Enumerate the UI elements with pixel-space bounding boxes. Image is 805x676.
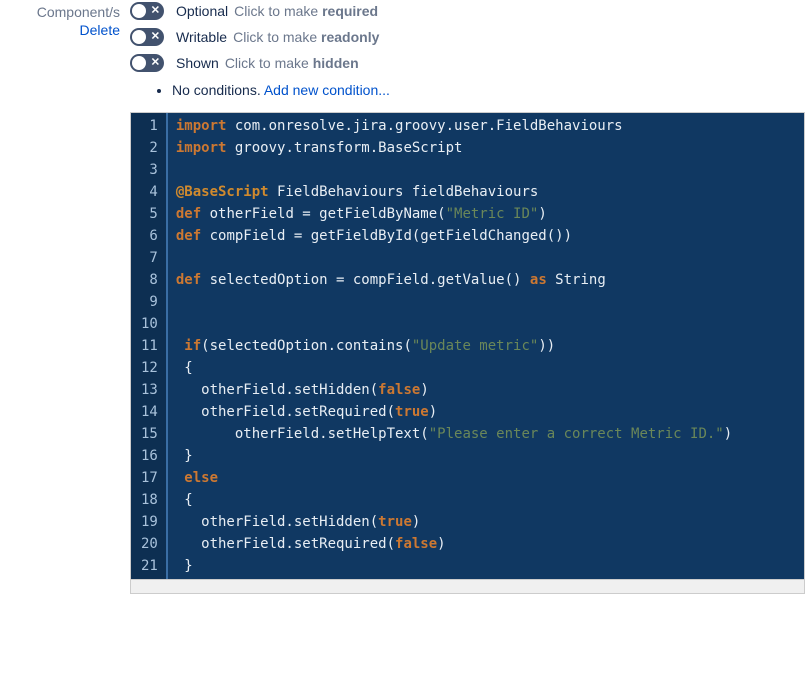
line-number: 18 xyxy=(141,489,158,511)
code-editor[interactable]: 123456789101112131415161718192021 import… xyxy=(130,112,805,580)
close-icon: ✕ xyxy=(151,6,160,17)
code-line: otherField.setHidden(true) xyxy=(176,511,796,533)
code-line xyxy=(176,247,796,269)
editor-gutter: 123456789101112131415161718192021 xyxy=(131,113,168,579)
line-number: 14 xyxy=(141,401,158,423)
line-number: 19 xyxy=(141,511,158,533)
code-line: @BaseScript FieldBehaviours fieldBehavio… xyxy=(176,181,796,203)
toggle-switch[interactable]: ✕ xyxy=(130,2,164,20)
toggle-row: ✕ Writable Click to make readonly xyxy=(130,28,805,46)
line-number: 7 xyxy=(141,247,158,269)
code-line: if(selectedOption.contains("Update metri… xyxy=(176,335,796,357)
close-icon: ✕ xyxy=(151,32,160,43)
code-line xyxy=(176,291,796,313)
line-number: 21 xyxy=(141,555,158,577)
toggle-switch[interactable]: ✕ xyxy=(130,54,164,72)
toggle-row: ✕ Shown Click to make hidden xyxy=(130,54,805,72)
toggle-hint: Click to make readonly xyxy=(233,29,379,45)
toggle-state-label: Writable xyxy=(176,29,227,45)
line-number: 9 xyxy=(141,291,158,313)
line-number: 11 xyxy=(141,335,158,357)
code-line: import com.onresolve.jira.groovy.user.Fi… xyxy=(176,115,796,137)
code-line: { xyxy=(176,489,796,511)
toggle-switch[interactable]: ✕ xyxy=(130,28,164,46)
close-icon: ✕ xyxy=(151,58,160,69)
editor-code[interactable]: import com.onresolve.jira.groovy.user.Fi… xyxy=(168,113,804,579)
line-number: 10 xyxy=(141,313,158,335)
toggle-state-label: Shown xyxy=(176,55,219,71)
code-line: otherField.setRequired(true) xyxy=(176,401,796,423)
conditions-block: No conditions. Add new condition... xyxy=(130,82,805,98)
field-label: Component/s xyxy=(37,4,120,20)
line-number: 6 xyxy=(141,225,158,247)
line-number: 20 xyxy=(141,533,158,555)
line-number: 17 xyxy=(141,467,158,489)
toggle-hint: Click to make hidden xyxy=(225,55,359,71)
code-line: otherField.setRequired(false) xyxy=(176,533,796,555)
line-number: 3 xyxy=(141,159,158,181)
code-line: def selectedOption = compField.getValue(… xyxy=(176,269,796,291)
line-number: 15 xyxy=(141,423,158,445)
code-line: otherField.setHidden(false) xyxy=(176,379,796,401)
horizontal-scrollbar[interactable] xyxy=(130,580,805,594)
code-line: import groovy.transform.BaseScript xyxy=(176,137,796,159)
conditions-text: No conditions. xyxy=(172,82,264,98)
delete-link[interactable]: Delete xyxy=(0,22,120,38)
code-line xyxy=(176,313,796,335)
line-number: 5 xyxy=(141,203,158,225)
toggle-hint: Click to make required xyxy=(234,3,378,19)
line-number: 16 xyxy=(141,445,158,467)
line-number: 8 xyxy=(141,269,158,291)
code-line: def compField = getFieldById(getFieldCha… xyxy=(176,225,796,247)
line-number: 1 xyxy=(141,115,158,137)
toggle-state-label: Optional xyxy=(176,3,228,19)
code-line: else xyxy=(176,467,796,489)
line-number: 13 xyxy=(141,379,158,401)
code-line: otherField.setHelpText("Please enter a c… xyxy=(176,423,796,445)
code-line: } xyxy=(176,445,796,467)
code-line xyxy=(176,159,796,181)
line-number: 2 xyxy=(141,137,158,159)
code-line: } xyxy=(176,555,796,577)
line-number: 4 xyxy=(141,181,158,203)
toggle-row: ✕ Optional Click to make required xyxy=(130,2,805,20)
line-number: 12 xyxy=(141,357,158,379)
code-line: { xyxy=(176,357,796,379)
code-line: def otherField = getFieldByName("Metric … xyxy=(176,203,796,225)
add-condition-link[interactable]: Add new condition... xyxy=(264,82,390,98)
